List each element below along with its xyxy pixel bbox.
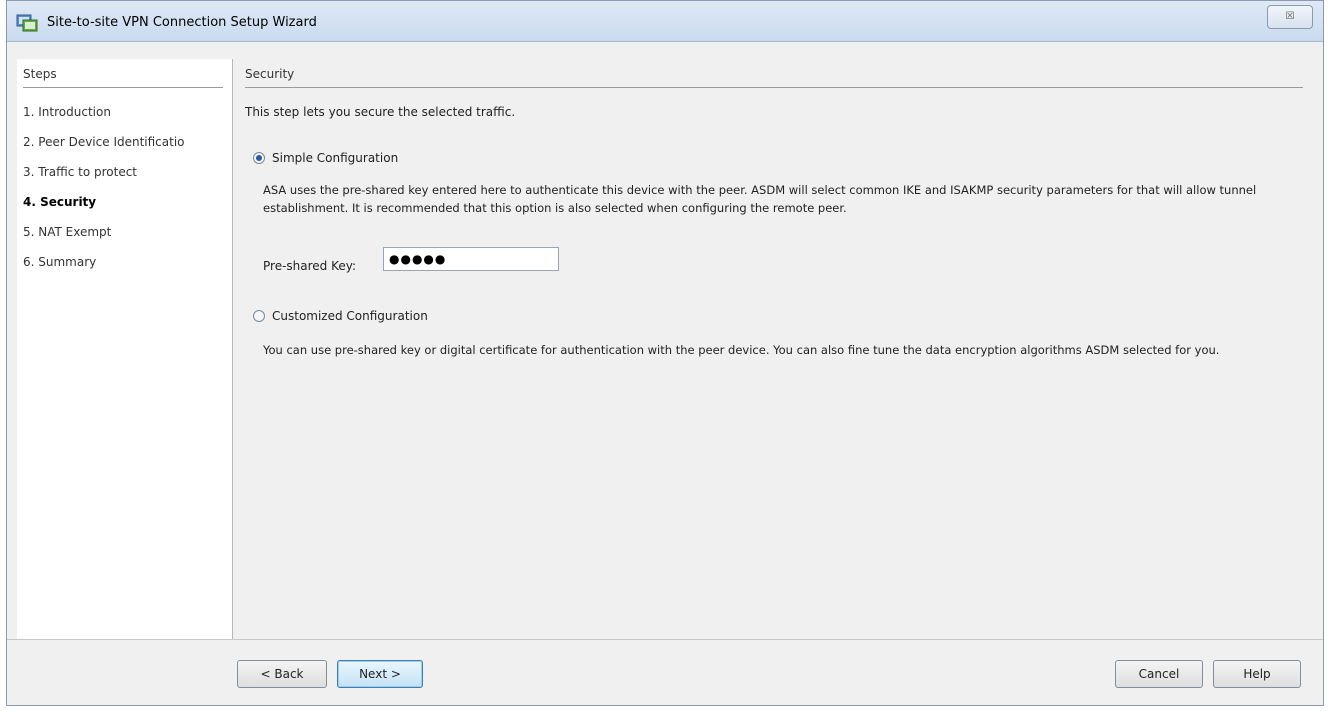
steps-list: 1. Introduction 2. Peer Device Identific… (23, 97, 219, 277)
close-button[interactable]: ☒ (1267, 5, 1313, 29)
step-introduction: 1. Introduction (23, 105, 111, 119)
button-bar: < Back Next > Cancel Help (7, 639, 1323, 706)
next-button[interactable]: Next > (337, 660, 423, 688)
step-traffic-to-protect: 3. Traffic to protect (23, 165, 138, 179)
close-icon: ☒ (1285, 11, 1295, 22)
help-button[interactable]: Help (1213, 660, 1301, 688)
back-button[interactable]: < Back (237, 660, 327, 688)
step-peer-device-identification: 2. Peer Device Identificatio (23, 135, 185, 149)
pre-shared-key-input[interactable] (383, 247, 559, 271)
step-summary: 6. Summary (23, 255, 97, 269)
wizard-body: Steps 1. Introduction 2. Peer Device Ide… (7, 49, 1323, 639)
intro-text: This step lets you secure the selected t… (245, 105, 516, 119)
wizard-window: Site-to-site VPN Connection Setup Wizard… (6, 0, 1324, 706)
section-title: Security (245, 67, 1303, 88)
customized-configuration-description: You can use pre-shared key or digital ce… (263, 343, 1220, 357)
cancel-button[interactable]: Cancel (1115, 660, 1203, 688)
content-panel: Security This step lets you secure the s… (245, 59, 1309, 639)
window-title: Site-to-site VPN Connection Setup Wizard (47, 15, 317, 30)
step-security: 4. Security (23, 195, 97, 209)
title-bar[interactable]: Site-to-site VPN Connection Setup Wizard… (7, 1, 1323, 42)
customized-configuration-option[interactable]: Customized Configuration (253, 309, 428, 323)
simple-configuration-option[interactable]: Simple Configuration (253, 151, 398, 165)
steps-panel: Steps 1. Introduction 2. Peer Device Ide… (17, 59, 233, 639)
simple-configuration-label: Simple Configuration (272, 151, 399, 165)
pre-shared-key-label: Pre-shared Key: (263, 259, 357, 273)
customized-configuration-label: Customized Configuration (272, 309, 428, 323)
simple-configuration-description: ASA uses the pre-shared key entered here… (263, 183, 1257, 215)
step-nat-exempt: 5. NAT Exempt (23, 225, 112, 239)
steps-header: Steps (23, 67, 223, 88)
customized-configuration-radio[interactable] (253, 310, 265, 322)
app-icon (16, 14, 38, 32)
simple-configuration-radio[interactable] (253, 152, 265, 164)
